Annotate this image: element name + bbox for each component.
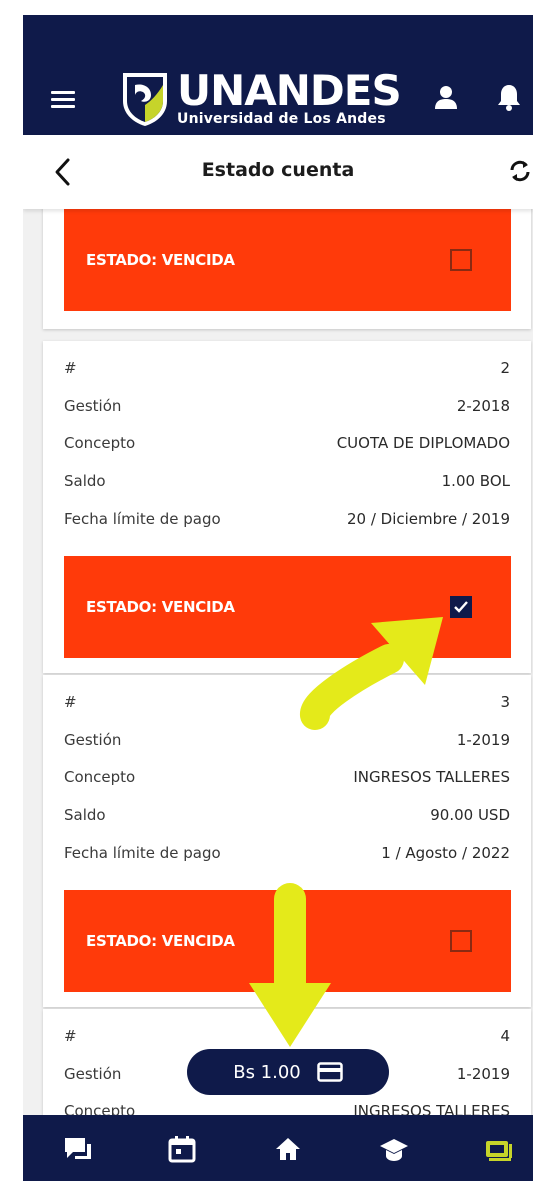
account-card: ESTADO: VENCIDA [43, 209, 531, 329]
wallet-icon[interactable] [483, 1135, 513, 1163]
hamburger-menu-icon[interactable] [51, 91, 75, 109]
saldo-label: Saldo [64, 472, 106, 491]
unandes-logo: UNANDES Universidad de Los Andes [121, 66, 402, 128]
bell-icon[interactable] [497, 83, 521, 111]
saldo-value: 90.00 USD [430, 806, 510, 825]
status-label: ESTADO: VENCIDA [86, 598, 235, 616]
number-value: 4 [500, 1027, 510, 1045]
brand-subtitle: Universidad de Los Andes [177, 111, 386, 127]
app-screen: UNANDES Universidad de Los Andes Estado … [23, 15, 533, 1181]
page-title: Estado cuenta [201, 159, 355, 181]
chat-icon[interactable] [63, 1135, 93, 1163]
gestion-label: Gestión [64, 396, 122, 415]
select-checkbox[interactable] [450, 596, 472, 618]
account-card: #3 Gestión 1-2019 Concepto INGRESOS TALLER… [43, 675, 531, 1007]
page-header: Estado cuenta [23, 135, 533, 209]
fecha-label: Fecha límite de pago [64, 843, 221, 862]
fecha-label: Fecha límite de pago [64, 509, 221, 528]
fecha-row: Fecha límite de pago 20 / Diciembre / 201… [64, 510, 510, 548]
number-value: 2 [500, 359, 510, 377]
brand-title: UNANDES [177, 66, 402, 115]
concepto-label: Concepto [64, 768, 136, 787]
calendar-icon[interactable] [167, 1135, 197, 1163]
status-label: ESTADO: VENCIDA [86, 251, 235, 269]
select-checkbox[interactable] [450, 249, 472, 271]
home-icon[interactable] [273, 1135, 303, 1163]
saldo-value: 1.00 BOL [441, 472, 510, 491]
status-banner[interactable]: ESTADO: VENCIDA [64, 209, 511, 311]
fecha-value: 1 / Agosto / 2022 [381, 843, 510, 862]
status-banner[interactable]: ESTADO: VENCIDA [64, 890, 511, 992]
bottom-nav [23, 1115, 533, 1181]
number-row: #3 [64, 693, 510, 731]
graduation-cap-icon[interactable] [379, 1135, 409, 1163]
saldo-row: Saldo 90.00 USD [64, 806, 510, 844]
concepto-row: Concepto CUOTA DE DIPLOMADO [64, 434, 510, 472]
logo-shield-icon [123, 73, 167, 126]
gestion-row: Gestión 1-2019 [64, 731, 510, 769]
saldo-row: Saldo 1.00 BOL [64, 472, 510, 510]
concepto-label: Concepto [64, 434, 136, 453]
concepto-row: Concepto INGRESOS TALLERES [64, 768, 510, 806]
number-label: # [64, 693, 77, 711]
saldo-label: Saldo [64, 806, 106, 825]
number-row: #2 [64, 359, 510, 397]
gestion-value: 1-2019 [456, 1064, 510, 1083]
user-icon[interactable] [435, 85, 457, 109]
concepto-label: Concepto [64, 1102, 136, 1115]
refresh-icon[interactable] [507, 157, 533, 185]
credit-card-icon [317, 1062, 343, 1082]
number-value: 3 [500, 693, 510, 711]
select-checkbox[interactable] [450, 930, 472, 952]
status-bar [23, 15, 533, 57]
concepto-value: INGRESOS TALLERES [353, 768, 510, 787]
account-card: #2 Gestión 2-2018 Concepto CUOTA DE DIPLOM… [43, 341, 531, 673]
concepto-row: Concepto INGRESOS TALLERES [64, 1102, 510, 1115]
concepto-value: CUOTA DE DIPLOMADO [336, 434, 510, 453]
status-label: ESTADO: VENCIDA [86, 932, 235, 950]
gestion-row: Gestión 2-2018 [64, 397, 510, 435]
fecha-value: 20 / Diciembre / 2019 [346, 509, 510, 528]
gestion-label: Gestión [64, 730, 122, 749]
gestion-value: 1-2019 [456, 730, 510, 749]
fecha-row: Fecha límite de pago 1 / Agosto / 2022 [64, 844, 510, 882]
gestion-value: 2-2018 [456, 396, 510, 415]
logo-text: UNANDES Universidad de Los Andes [177, 66, 402, 128]
gestion-label: Gestión [64, 1064, 122, 1083]
number-label: # [64, 1027, 77, 1045]
status-banner[interactable]: ESTADO: VENCIDA [64, 556, 511, 658]
brand-bar: UNANDES Universidad de Los Andes [23, 57, 533, 135]
number-label: # [64, 359, 77, 377]
account-list[interactable]: ESTADO: VENCIDA #2 Gestión 2-2018 Concept… [23, 209, 533, 1115]
pay-amount: Bs 1.00 [233, 1061, 301, 1083]
checkmark-icon [454, 601, 468, 613]
pay-button[interactable]: Bs 1.00 [187, 1049, 389, 1095]
concepto-value: INGRESOS TALLERES [353, 1102, 510, 1115]
